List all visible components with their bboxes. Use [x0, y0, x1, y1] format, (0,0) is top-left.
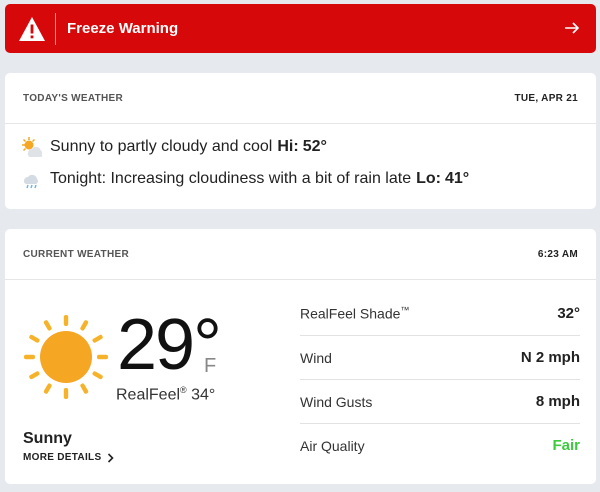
banner-title: Freeze Warning	[67, 20, 179, 37]
weather-details-list: RealFeel Shade™ 32° Wind N 2 mph Wind Gu…	[300, 292, 580, 467]
header-divider	[5, 123, 596, 124]
current-weather-label: CURRENT WEATHER	[23, 248, 129, 260]
arrow-right-icon[interactable]	[564, 20, 580, 36]
todays-weather-header: TODAY'S WEATHER TUE, APR 21	[23, 73, 578, 123]
realfeel-label: RealFeel	[116, 386, 181, 404]
current-weather-header: CURRENT WEATHER 6:23 AM	[23, 229, 578, 279]
detail-row-wind-gusts: Wind Gusts 8 mph	[300, 380, 580, 424]
todays-weather-label: TODAY'S WEATHER	[23, 92, 124, 104]
realfeel: RealFeel® 34°	[116, 385, 215, 404]
freeze-warning-banner[interactable]: Freeze Warning	[5, 4, 596, 53]
detail-label-text: RealFeel Shade	[300, 305, 401, 322]
detail-row-air-quality: Air Quality Fair	[300, 424, 580, 467]
day-forecast-text: Sunny to partly cloudy and cool	[50, 138, 273, 155]
chevron-right-icon	[108, 452, 115, 463]
detail-label: Wind Gusts	[300, 393, 373, 410]
day-forecast: Sunny to partly cloudy and cool Hi: 52°	[20, 136, 327, 158]
detail-label: Wind	[300, 349, 332, 366]
night-forecast-text: Tonight: Increasing cloudiness with a bi…	[50, 170, 412, 187]
night-forecast: Tonight: Increasing cloudiness with a bi…	[20, 168, 469, 190]
temperature-unit: F	[204, 355, 217, 377]
sun-icon	[24, 315, 108, 399]
hi-value: 52°	[302, 138, 327, 155]
detail-label-mark: ™	[400, 305, 410, 316]
hi-label: Hi:	[277, 138, 299, 155]
detail-label: Air Quality	[300, 437, 365, 454]
lo-value: 41°	[444, 170, 470, 187]
header-divider	[5, 279, 596, 280]
detail-label: RealFeel Shade™	[300, 305, 409, 322]
detail-row-realfeel-shade: RealFeel Shade™ 32°	[300, 292, 580, 336]
more-details-link[interactable]: MORE DETAILS	[23, 452, 115, 463]
realfeel-value: 34°	[191, 386, 216, 404]
current-condition: Sunny	[23, 430, 72, 447]
detail-value: N 2 mph	[520, 349, 580, 366]
warning-triangle-icon	[19, 17, 45, 41]
detail-value: 32°	[557, 305, 580, 322]
todays-weather-date: TUE, APR 21	[514, 92, 578, 104]
more-details-label: MORE DETAILS	[23, 452, 102, 463]
detail-value: 8 mph	[535, 393, 580, 410]
detail-row-wind: Wind N 2 mph	[300, 336, 580, 380]
current-weather-time: 6:23 AM	[537, 248, 578, 260]
banner-divider	[55, 13, 56, 45]
current-weather-card[interactable]: CURRENT WEATHER 6:23 AM 29° F RealFeel® …	[5, 229, 596, 484]
partly-sunny-icon	[22, 137, 42, 158]
realfeel-mark: ®	[180, 385, 187, 395]
cloud-rain-icon	[23, 174, 38, 189]
lo-label: Lo:	[416, 170, 441, 187]
detail-value: Fair	[552, 437, 580, 454]
